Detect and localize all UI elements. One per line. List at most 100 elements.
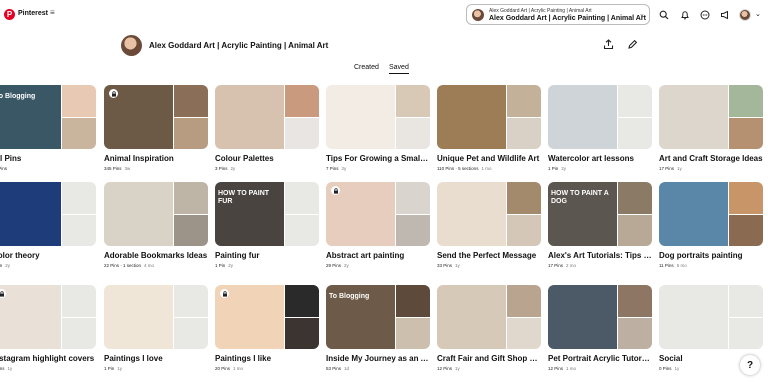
board-card[interactable]: Watercolor art lessons 1 Pin 2y <box>548 85 652 171</box>
board-card[interactable]: Tips For Growing a Small Business 7 Pins2… <box>326 85 430 171</box>
board-cover[interactable] <box>326 182 430 246</box>
tab-created[interactable]: Created <box>354 64 379 71</box>
board-card[interactable]: HOW TO PAINT FUR Painting fur 1 Pin 2y <box>215 182 319 268</box>
board-cover[interactable] <box>659 285 763 349</box>
board-title[interactable]: Colour Palettes <box>215 154 319 163</box>
board-cover[interactable] <box>437 85 541 149</box>
board-cover[interactable] <box>215 285 319 349</box>
board-card[interactable]: Adorable Bookmarks Ideas 22 Pins · 1 sect… <box>104 182 208 268</box>
board-cover[interactable] <box>659 85 763 149</box>
board-card[interactable]: To Blogging All Pins 17 Pins <box>0 85 96 171</box>
tab-saved[interactable]: Saved <box>389 64 409 74</box>
board-cover[interactable] <box>104 85 208 149</box>
help-button[interactable]: ? <box>740 355 760 375</box>
board-cover-image <box>548 285 617 349</box>
board-cover-image <box>618 85 652 117</box>
board-title[interactable]: Art and Craft Storage Ideas <box>659 154 763 163</box>
board-card[interactable]: Paintings I love 1 Pin 1y <box>104 285 208 371</box>
board-cover[interactable] <box>0 285 96 349</box>
board-title[interactable]: Animal Inspiration <box>104 154 208 163</box>
board-title[interactable]: Dog portraits painting <box>659 251 763 260</box>
account-switcher[interactable]: Alex Goddard Art | Acrylic Painting | An… <box>466 4 650 25</box>
board-cover[interactable] <box>659 182 763 246</box>
board-card[interactable]: Instagram highlight covers 2 Pins1y <box>0 285 96 371</box>
board-title[interactable]: Color theory <box>0 251 96 260</box>
board-cover[interactable] <box>104 182 208 246</box>
board-title[interactable]: Inside My Journey as an Artist <box>326 354 430 363</box>
last-updated: 1 mo <box>233 366 244 371</box>
board-cover[interactable] <box>326 85 430 149</box>
board-meta: 1 Pin2y <box>215 263 319 268</box>
last-updated: 5 mo <box>676 263 687 268</box>
board-title[interactable]: Pet Portrait Acrylic Tutorials <box>548 354 652 363</box>
menu-icon[interactable]: ≡ <box>50 8 55 17</box>
notifications-bell-icon[interactable] <box>679 9 691 21</box>
board-title[interactable]: Send the Perfect Message <box>437 251 541 260</box>
board-card[interactable]: To Blogging Inside My Journey as an Artis… <box>326 285 430 371</box>
board-title[interactable]: Paintings I love <box>104 354 208 363</box>
board-cover-image: HOW TO PAINT A DOG <box>548 182 617 246</box>
board-card[interactable]: Pet Portrait Acrylic Tutorials 12 Pins 1 m… <box>548 285 652 371</box>
board-card[interactable]: Send the Perfect Message 33 Pins 1y <box>437 182 541 268</box>
board-card[interactable]: Dog portraits painting 11 Pins 5 mo <box>659 182 763 268</box>
board-cover[interactable]: To Blogging <box>326 285 430 349</box>
board-cover[interactable] <box>548 285 652 349</box>
pinterest-logo-icon[interactable]: P <box>4 9 15 20</box>
chevron-down-icon[interactable]: ⌄ <box>755 10 761 18</box>
board-title[interactable]: Painting fur <box>215 251 319 260</box>
pin-count: 17 Pins <box>548 263 564 268</box>
board-card[interactable]: Art and Craft Storage Ideas 17 Pins 1y <box>659 85 763 171</box>
board-cover[interactable] <box>104 285 208 349</box>
board-card[interactable]: Craft Fair and Gift Shop Display Ideas 12… <box>437 285 541 371</box>
board-cover[interactable] <box>215 85 319 149</box>
messages-icon[interactable] <box>699 9 711 21</box>
last-updated: 1y <box>117 366 123 371</box>
board-card[interactable]: Unique Pet and Wildlife Art 110 Pins · 5 … <box>437 85 541 171</box>
brand-name[interactable]: Pinterest <box>18 10 48 17</box>
board-title[interactable]: Watercolor art lessons <box>548 154 652 163</box>
edit-pencil-icon[interactable] <box>626 38 639 51</box>
last-updated: 4 mo <box>144 263 155 268</box>
board-cover[interactable] <box>548 85 652 149</box>
pin-count: 11 Pins <box>659 263 674 268</box>
board-cover-image <box>215 85 284 149</box>
board-cover-image <box>507 318 541 349</box>
board-cover-image <box>396 118 430 149</box>
board-card[interactable]: Animal Inspiration 345 Pins 3w <box>104 85 208 171</box>
board-title[interactable]: Unique Pet and Wildlife Art <box>437 154 541 163</box>
avatar[interactable] <box>739 9 751 21</box>
pin-count: 17 Pins <box>659 166 675 171</box>
board-cover-image <box>729 215 763 246</box>
share-icon[interactable] <box>602 38 615 51</box>
top-bar: P Pinterest ≡ Alex Goddard Art | Acrylic… <box>0 0 768 31</box>
board-card[interactable]: Paintings I like 20 Pins 1 mo <box>215 285 319 371</box>
board-cover-image <box>285 285 319 317</box>
board-title[interactable]: Abstract art painting <box>326 251 430 260</box>
board-cover[interactable] <box>0 182 96 246</box>
board-title[interactable]: Instagram highlight covers <box>0 354 96 363</box>
pin-count: 12 Pins <box>548 366 564 371</box>
board-title[interactable]: Tips For Growing a Small Business <box>326 154 430 163</box>
board-cover[interactable] <box>437 182 541 246</box>
board-meta: 1 Pin 1y <box>104 366 208 371</box>
board-card[interactable]: Abstract art painting 29 Pins 2y <box>326 182 430 268</box>
updates-megaphone-icon[interactable] <box>719 9 731 21</box>
board-title[interactable]: Adorable Bookmarks Ideas <box>104 251 208 260</box>
board-card[interactable]: Colour Palettes 3 Pins 2y <box>215 85 319 171</box>
board-title[interactable]: Alex's Art Tutorials: Tips and Technique… <box>548 251 652 260</box>
board-cover-image <box>396 85 430 117</box>
board-title[interactable]: Paintings I like <box>215 354 319 363</box>
pin-count: 345 Pins <box>104 166 122 171</box>
board-cover-image <box>62 85 96 117</box>
board-cover[interactable]: HOW TO PAINT A DOG <box>548 182 652 246</box>
board-cover[interactable]: To Blogging <box>0 85 96 149</box>
board-cover-image <box>729 182 763 214</box>
board-title[interactable]: Craft Fair and Gift Shop Display Ideas <box>437 354 541 363</box>
board-card[interactable]: Color theory 1 Pin2y <box>0 182 96 268</box>
board-card[interactable]: HOW TO PAINT A DOG Alex's Art Tutorials: … <box>548 182 652 268</box>
board-cover-image <box>729 318 763 349</box>
board-title[interactable]: All Pins <box>0 154 96 163</box>
search-icon[interactable] <box>658 9 670 21</box>
board-cover[interactable] <box>437 285 541 349</box>
board-cover[interactable]: HOW TO PAINT FUR <box>215 182 319 246</box>
